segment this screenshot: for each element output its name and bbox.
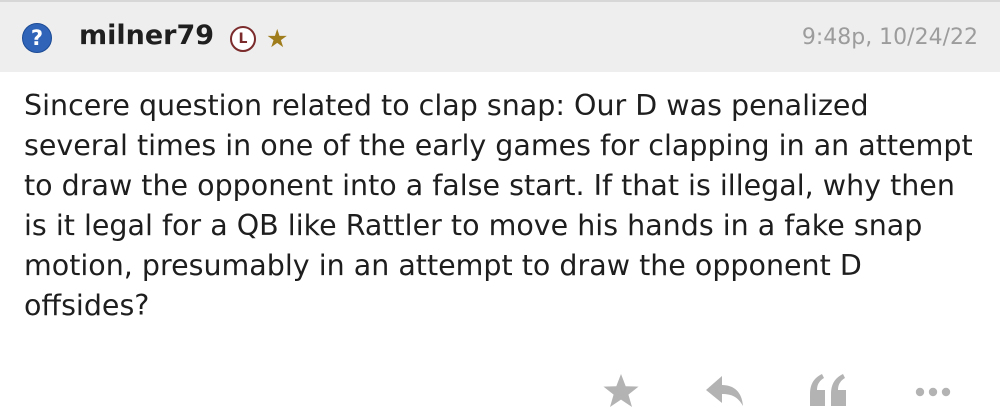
post-actions — [0, 366, 1000, 412]
more-icon — [915, 387, 951, 397]
star-icon — [603, 374, 639, 407]
forum-post: ? milner79 L ★ 9:48p, 10/24/22 Sincere q… — [0, 0, 1000, 412]
more-options-button[interactable] — [908, 366, 958, 412]
question-mark-icon[interactable]: ? — [22, 23, 52, 53]
quote-icon — [810, 374, 846, 406]
quote-button[interactable] — [804, 366, 854, 412]
reply-button[interactable] — [700, 366, 750, 412]
username-link[interactable]: milner79 — [79, 18, 214, 54]
post-timestamp[interactable]: 9:48p, 10/24/22 — [802, 23, 978, 53]
reply-icon — [706, 376, 743, 406]
post-body: Sincere question related to clap snap: O… — [24, 89, 973, 322]
post-header: ? milner79 L ★ 9:48p, 10/24/22 — [0, 0, 1000, 72]
star-badge-icon: ★ — [266, 24, 289, 53]
user-level-badge: L — [230, 26, 256, 52]
favorite-button[interactable] — [596, 366, 646, 412]
